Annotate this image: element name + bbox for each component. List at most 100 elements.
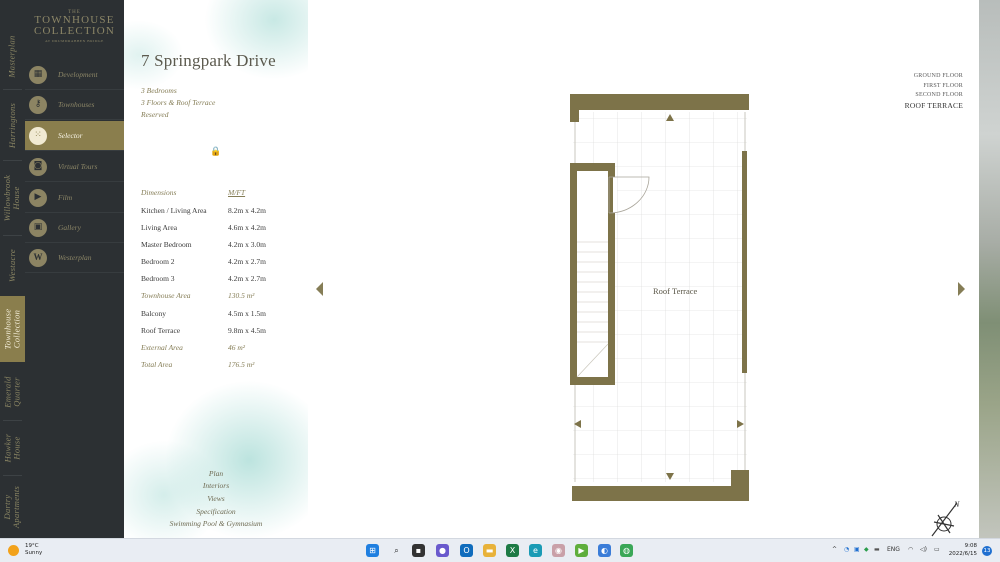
menu-item-film[interactable]: ▶ Film	[25, 183, 124, 213]
menu-item-gallery[interactable]: ▣ Gallery	[25, 213, 124, 243]
next-floor-arrow[interactable]	[958, 282, 965, 296]
app-icon[interactable]: ◐	[598, 544, 611, 557]
brand-logo: THE TOWNHOUSE COLLECTION AT DRUMDRABBEN …	[25, 10, 124, 43]
tab-harringtons[interactable]: Harringtons	[0, 90, 25, 160]
tab-label: Townhouse Collection	[2, 308, 22, 350]
menu-item-development[interactable]: ▦ Development	[25, 60, 124, 90]
windows-start-icon[interactable]: ⊞	[366, 544, 379, 557]
menu-item-selector[interactable]: ⁙ Selector	[25, 121, 124, 151]
unit-toggle[interactable]: M/FT	[228, 188, 245, 197]
spec-row: Master Bedroom 4.2m x 3.0m	[141, 240, 301, 252]
tab-label: Harringtons	[7, 102, 17, 148]
grid-icon: ⁙	[29, 126, 47, 145]
spec-row: Bedroom 2 4.2m x 2.7m	[141, 257, 301, 269]
room-label: Roof Terrace	[653, 286, 698, 296]
chat-icon[interactable]: ●	[436, 544, 449, 557]
link-specification[interactable]: Specification	[124, 507, 308, 516]
tray-app-icon[interactable]: ◔	[844, 546, 849, 553]
menu-item-westerplan[interactable]: W Westerplan	[25, 243, 124, 273]
spec-name: Kitchen / Living Area	[141, 206, 207, 215]
spec-value: 4.5m x 1.5m	[228, 309, 266, 318]
menu-item-townhouses[interactable]: ⚷ Townhouses	[25, 90, 124, 120]
vr-headset-icon: ◙	[29, 157, 47, 176]
menu-panel: THE TOWNHOUSE COLLECTION AT DRUMDRABBEN …	[25, 0, 124, 538]
spec-header-label: Dimensions	[141, 188, 177, 197]
spec-value: 130.5 m²	[228, 291, 255, 300]
unit-floors: 3 Floors & Roof Terrace	[141, 98, 216, 107]
tab-dartry-apartments[interactable]: Dartry Apartments	[0, 476, 25, 538]
wifi-icon[interactable]: ◠	[908, 546, 913, 553]
floor-selector: GROUND FLOOR FIRST FLOOR SECOND FLOOR RO…	[905, 72, 963, 110]
weather-widget[interactable]: 19°C Sunny	[8, 543, 42, 557]
tab-willowbrook-house[interactable]: Willowbrook House	[0, 161, 25, 235]
spec-name: Total Area	[141, 360, 173, 369]
search-icon[interactable]: ⌕	[390, 544, 403, 557]
floor-first[interactable]: FIRST FLOOR	[905, 82, 963, 92]
unit-title: 7 Springpark Drive	[141, 51, 276, 70]
link-swimming-pool[interactable]: Swimming Pool & Gymnasium	[124, 519, 308, 528]
spec-value: 46 m²	[228, 343, 246, 352]
link-plan[interactable]: Plan	[124, 469, 308, 478]
clock-date: 2022/6/15	[948, 551, 977, 557]
file-explorer-icon[interactable]: ▬	[483, 544, 496, 557]
north-compass-icon: N	[931, 500, 960, 537]
floor-plan	[570, 94, 749, 501]
menu-label: Gallery	[58, 223, 81, 232]
tab-emerald-quarter[interactable]: Emerald Quarter	[0, 364, 25, 420]
floor-second[interactable]: SECOND FLOOR	[905, 91, 963, 101]
tab-hawker-house[interactable]: Hawker House	[0, 421, 25, 475]
app-icon[interactable]: ▶	[575, 544, 588, 557]
spec-value: 4.2m x 3.0m	[228, 240, 266, 249]
spec-value: 4.2m x 2.7m	[228, 257, 266, 266]
tab-townhouse-collection[interactable]: Townhouse Collection	[0, 296, 25, 362]
spec-name: Living Area	[141, 223, 178, 232]
spec-name: Townhouse Area	[141, 291, 191, 300]
sun-icon	[8, 544, 19, 556]
link-interiors[interactable]: Interiors	[124, 481, 308, 490]
tab-masterplan[interactable]: Masterplan	[0, 24, 25, 89]
battery-icon[interactable]: ▭	[934, 546, 940, 553]
unit-status: Reserved	[141, 110, 169, 119]
clock[interactable]: 9:08 2022/6/15	[947, 542, 977, 558]
edge-browser-icon[interactable]: e	[529, 544, 542, 557]
tab-westacre[interactable]: Westacre	[0, 236, 25, 294]
previous-floor-arrow[interactable]	[316, 282, 323, 296]
excel-icon[interactable]: X	[506, 544, 519, 557]
task-view-icon[interactable]: ▪	[412, 544, 425, 557]
weather-temperature: 19°C	[25, 543, 39, 549]
weather-text: 19°C Sunny	[25, 543, 42, 557]
outlook-icon[interactable]: O	[460, 544, 473, 557]
menu-label: Virtual Tours	[58, 162, 98, 171]
floor-roof-terrace[interactable]: ROOF TERRACE	[905, 101, 963, 111]
spec-value: 176.5 m²	[228, 360, 255, 369]
tab-label: Masterplan	[7, 35, 18, 78]
spec-name: Master Bedroom	[141, 240, 192, 249]
tray-app-icon[interactable]: ▣	[854, 546, 860, 553]
spec-row: Living Area 4.6m x 4.2m	[141, 223, 301, 235]
language-indicator[interactable]: ENG	[887, 546, 900, 553]
spec-name: Roof Terrace	[141, 326, 181, 335]
wall-right	[742, 151, 747, 373]
spec-value: 4.2m x 2.7m	[228, 274, 266, 283]
floor-ground[interactable]: GROUND FLOOR	[905, 72, 963, 82]
windows-taskbar: 19°C Sunny ⊞ ⌕ ▪ ● O ▬ X e ◉ ▶ ◐ ◍ ^ ◔ ▣…	[0, 538, 1000, 562]
tab-label: Emerald Quarter	[2, 376, 22, 408]
unit-info-panel: 7 Springpark Drive 3 Bedrooms 3 Floors &…	[124, 0, 308, 538]
menu-label: Development	[58, 70, 98, 79]
spec-name: Bedroom 2	[141, 257, 175, 266]
spec-row-total: External Area 46 m²	[141, 343, 301, 355]
menu-item-virtual-tours[interactable]: ◙ Virtual Tours	[25, 152, 124, 182]
spec-row: Roof Terrace 9.8m x 4.5m	[141, 326, 301, 338]
notification-badge[interactable]: 13	[982, 546, 992, 556]
tray-app-icon[interactable]: ◆	[864, 546, 869, 553]
link-views[interactable]: Views	[124, 494, 308, 503]
tray-app-icon[interactable]: ▬	[874, 546, 880, 553]
padlock-icon[interactable]: 🔒	[210, 147, 221, 157]
chevron-up-icon[interactable]: ^	[832, 546, 837, 553]
speaker-icon[interactable]: ◁)	[920, 546, 927, 553]
spec-row: Bedroom 3 4.2m x 2.7m	[141, 274, 301, 286]
tab-label: Willowbrook House	[2, 174, 22, 222]
app-icon[interactable]: ◉	[552, 544, 565, 557]
chrome-icon[interactable]: ◍	[620, 544, 633, 557]
development-tab-strip: Masterplan Harringtons Willowbrook House…	[0, 0, 25, 538]
